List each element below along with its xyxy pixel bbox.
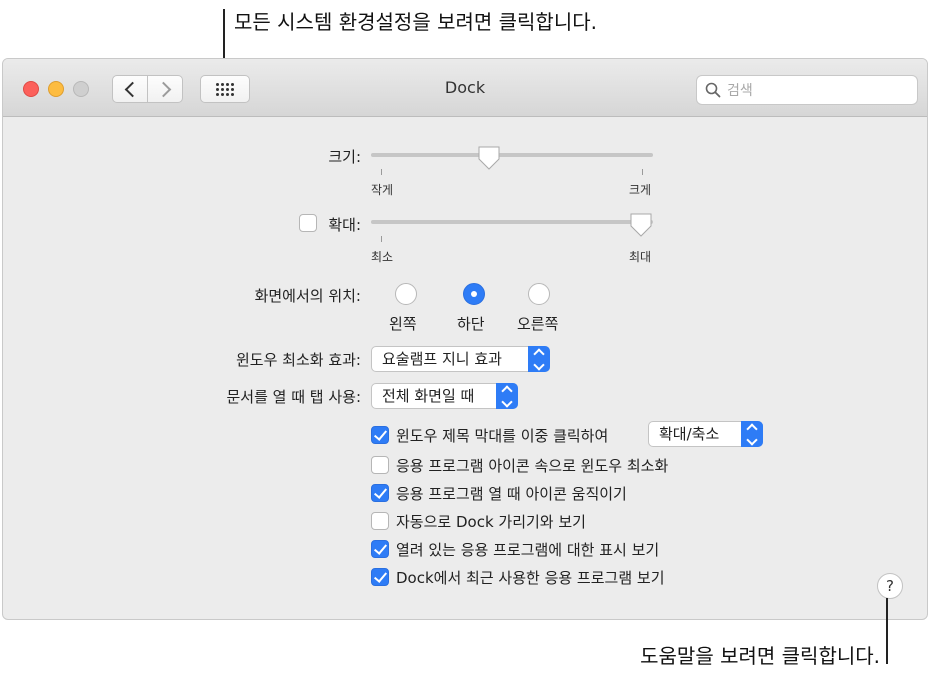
minimize-into-icon-label: 응용 프로그램 아이콘 속으로 윈도우 최소화 bbox=[396, 457, 669, 475]
magnification-tick-min bbox=[381, 236, 382, 242]
size-slider-track[interactable] bbox=[371, 153, 653, 157]
search-input[interactable] bbox=[725, 80, 909, 102]
position-left-radio[interactable] bbox=[395, 283, 417, 305]
dock-preferences-window: Dock 크기: 작게 크게 확대: 최소 최대 화면에서의 위치: 왼쪽 하단… bbox=[2, 58, 928, 620]
position-left-label: 왼쪽 bbox=[389, 315, 417, 333]
show-indicators-checkbox[interactable] bbox=[371, 540, 389, 558]
minimize-effect-value: 요술램프 지니 효과 bbox=[382, 350, 502, 368]
size-slider-thumb[interactable] bbox=[477, 145, 501, 171]
prefer-tabs-popup[interactable]: 전체 화면일 때 bbox=[371, 383, 518, 409]
size-tick-min bbox=[381, 169, 382, 175]
animate-opening-label: 응용 프로그램 열 때 아이콘 움직이기 bbox=[396, 485, 627, 503]
position-right-radio[interactable] bbox=[528, 283, 550, 305]
double-click-title-bar-checkbox[interactable] bbox=[371, 426, 389, 444]
magnification-slider-thumb[interactable] bbox=[629, 212, 653, 238]
help-button[interactable]: ? bbox=[877, 573, 903, 599]
title-bar: Dock bbox=[3, 59, 927, 117]
callout-help: 도움말을 보려면 클릭합니다. bbox=[640, 644, 880, 668]
magnification-max-label: 최대 bbox=[629, 250, 652, 264]
search-field[interactable] bbox=[696, 75, 918, 105]
size-label: 크기: bbox=[328, 148, 361, 166]
callout-line-bottom bbox=[886, 598, 888, 664]
minimize-effect-popup[interactable]: 요술램프 지니 효과 bbox=[371, 346, 550, 372]
minimize-into-icon-checkbox[interactable] bbox=[371, 456, 389, 474]
prefer-tabs-value: 전체 화면일 때 bbox=[382, 387, 475, 405]
magnification-slider-track[interactable] bbox=[371, 220, 653, 224]
callout-system-preferences: 모든 시스템 환경설정을 보려면 클릭합니다. bbox=[234, 10, 597, 34]
popup-stepper-icon bbox=[496, 383, 518, 409]
size-max-label: 크게 bbox=[629, 183, 652, 197]
position-bottom-radio[interactable] bbox=[463, 283, 485, 305]
auto-hide-dock-label: 자동으로 Dock 가리기와 보기 bbox=[396, 513, 586, 531]
double-click-action-popup[interactable]: 확대/축소 bbox=[648, 421, 763, 447]
size-tick-max bbox=[642, 169, 643, 175]
auto-hide-dock-checkbox[interactable] bbox=[371, 512, 389, 530]
prefer-tabs-label: 문서를 열 때 탭 사용: bbox=[226, 388, 361, 406]
magnification-min-label: 최소 bbox=[371, 250, 394, 264]
position-bottom-label: 하단 bbox=[457, 315, 485, 333]
minimize-effect-label: 윈도우 최소화 효과: bbox=[236, 351, 361, 369]
search-icon bbox=[705, 82, 721, 98]
position-label: 화면에서의 위치: bbox=[254, 287, 361, 305]
animate-opening-checkbox[interactable] bbox=[371, 484, 389, 502]
show-indicators-label: 열려 있는 응용 프로그램에 대한 표시 보기 bbox=[396, 541, 660, 559]
show-recent-apps-label: Dock에서 최근 사용한 응용 프로그램 보기 bbox=[396, 569, 665, 587]
position-right-label: 오른쪽 bbox=[517, 315, 559, 333]
show-recent-apps-checkbox[interactable] bbox=[371, 568, 389, 586]
size-min-label: 작게 bbox=[371, 183, 394, 197]
double-click-title-bar-label: 윈도우 제목 막대를 이중 클릭하여 bbox=[396, 427, 609, 445]
magnification-checkbox[interactable] bbox=[299, 214, 317, 232]
magnification-label: 확대: bbox=[328, 216, 361, 234]
popup-stepper-icon bbox=[528, 346, 550, 372]
double-click-action-value: 확대/축소 bbox=[659, 425, 720, 443]
popup-stepper-icon bbox=[741, 421, 763, 447]
